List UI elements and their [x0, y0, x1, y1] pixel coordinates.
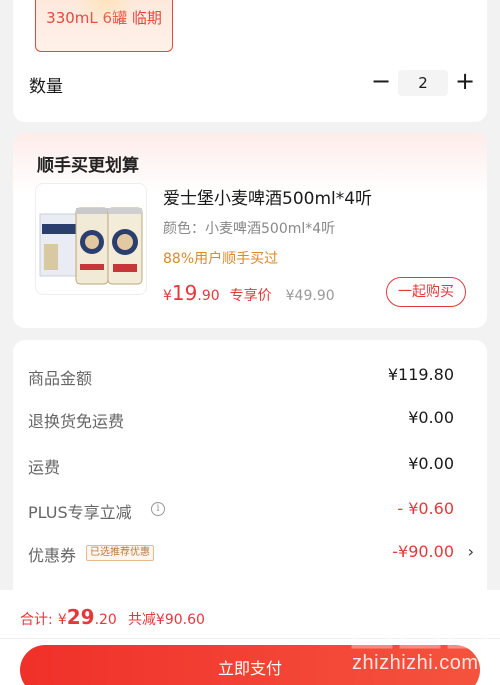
coupon-value: -¥90.00 — [392, 542, 454, 561]
goods-amount-label: 商品金额 — [28, 369, 93, 388]
watermark-logo-icon — [351, 603, 489, 649]
buy-together-button[interactable]: 一起购买 — [386, 277, 466, 307]
shipping-value: ¥0.00 — [408, 454, 454, 473]
price-currency: ¥ — [163, 288, 172, 304]
total-label: 合计: — [20, 612, 53, 628]
plus-discount-value: - ¥0.60 — [397, 499, 454, 518]
price-decimal: .90 — [197, 288, 220, 304]
exclusive-price-tag: 专享价 — [229, 288, 272, 304]
bundle-recommendation-card: 顺手买更划算 爱士堡小麦啤酒500ml*4听 颜色：小麦啤酒500ml*4听 8… — [13, 133, 487, 328]
summary-row-coupon[interactable]: 优惠券 已选推荐优惠 -¥90.00 › — [28, 542, 474, 566]
original-price: ¥49.90 — [285, 288, 335, 304]
info-icon[interactable]: i — [151, 502, 165, 516]
return-shipping-label: 退换货免运费 — [28, 412, 125, 431]
quantity-increase-button[interactable]: + — [454, 69, 476, 94]
quantity-decrease-button[interactable]: − — [370, 69, 392, 94]
summary-row-plus-discount: PLUS专享立减 i - ¥0.60 — [28, 499, 474, 523]
variant-chip-selected[interactable]: 330mL 6罐 临期 — [35, 0, 173, 52]
total-currency: ¥ — [57, 612, 67, 628]
bundle-section-title: 顺手买更划算 — [37, 156, 139, 176]
beer-cans-image — [39, 207, 143, 285]
chevron-right-icon[interactable]: › — [468, 542, 474, 561]
product-thumbnail[interactable] — [35, 183, 147, 295]
shipping-label: 运费 — [28, 458, 61, 477]
total-integer: 29 — [66, 605, 95, 629]
watermark-text: zhizhizhi.com — [352, 652, 479, 674]
goods-amount-value: ¥119.80 — [387, 365, 454, 384]
coupon-recommended-badge: 已选推荐优惠 — [86, 545, 154, 561]
order-summary-card: 商品金额 ¥119.80 退换货免运费 ¥0.00 运费 ¥0.00 PLUS专… — [13, 340, 487, 590]
return-shipping-value: ¥0.00 — [408, 408, 454, 427]
total-saving: 共减¥90.60 — [127, 612, 205, 628]
product-price-row: ¥19.90 专享价 ¥49.90 — [163, 281, 335, 305]
quantity-input[interactable]: 2 — [398, 70, 448, 96]
price-integer: 19 — [171, 281, 198, 305]
variant-quantity-card: 330mL 6罐 临期 数量 − 2 + — [13, 0, 487, 122]
summary-row-goods: 商品金额 ¥119.80 — [28, 365, 474, 389]
summary-row-return-shipping: 退换货免运费 ¥0.00 — [28, 408, 474, 432]
product-spec: 颜色：小麦啤酒500ml*4听 — [163, 221, 336, 237]
product-name[interactable]: 爱士堡小麦啤酒500ml*4听 — [163, 184, 372, 209]
coupon-label: 优惠券 — [28, 546, 77, 565]
plus-discount-label: PLUS专享立减 — [28, 503, 132, 522]
quantity-label: 数量 — [29, 77, 63, 97]
total-decimal: .20 — [94, 612, 117, 628]
product-social-proof: 88%用户顺手买过 — [163, 251, 279, 267]
summary-row-shipping: 运费 ¥0.00 — [28, 454, 474, 478]
order-total: 合计: ¥29.20 共减¥90.60 — [20, 605, 205, 631]
